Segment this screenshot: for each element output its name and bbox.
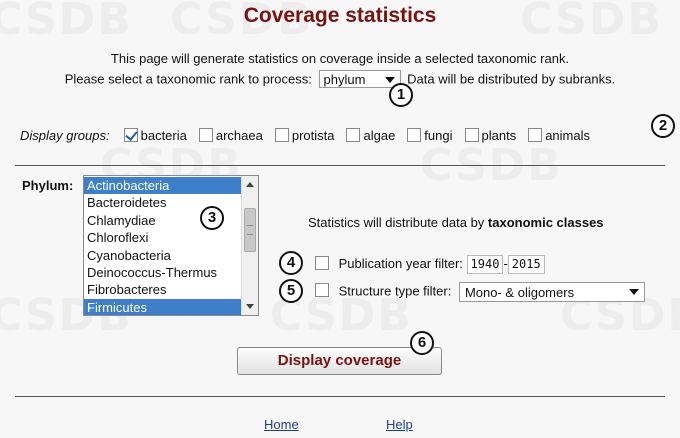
plants-checkbox[interactable] xyxy=(464,128,479,142)
archaea-label: archaea xyxy=(215,128,263,143)
structure-type-label: Structure type filter: xyxy=(338,283,452,299)
scroll-up-arrow-icon[interactable] xyxy=(246,182,254,187)
scroll-down-arrow-icon[interactable] xyxy=(246,304,254,309)
callout-badge-2: 2 xyxy=(651,114,675,138)
structure-type-value: Mono- & oligomers xyxy=(464,285,575,300)
year-to-input[interactable]: 2015 xyxy=(507,255,545,274)
callout-badge-3: 3 xyxy=(200,206,224,230)
list-item[interactable]: Firmicutes xyxy=(84,298,242,315)
divider xyxy=(15,165,665,166)
callout-badge-1: 1 xyxy=(389,83,413,107)
dropdown-arrow-icon xyxy=(384,77,395,83)
list-item[interactable]: Cyanobacteria xyxy=(84,247,242,264)
archaea-checkbox[interactable] xyxy=(198,128,213,142)
protista-checkbox[interactable] xyxy=(274,128,289,142)
scrollbar-thumb[interactable] xyxy=(244,208,256,252)
fungi-label: fungi xyxy=(424,128,453,143)
bacteria-label: bacteria xyxy=(140,128,187,143)
display-groups: Display groups: bacteria archaea protista al… xyxy=(20,128,596,143)
page-title: Coverage statistics xyxy=(243,4,437,27)
callout-badge-4: 4 xyxy=(279,251,303,275)
distribution-emphasis: taxonomic classes xyxy=(487,215,604,230)
display-coverage-button[interactable]: Display coverage xyxy=(237,347,442,375)
phylum-list: Actinobacteria Bacteroidetes Chlamydiae … xyxy=(84,177,242,315)
rank-row: Please select a taxonomic rank to proces… xyxy=(0,70,680,88)
publication-year-checkbox[interactable] xyxy=(315,255,329,270)
intro-text: This page will generate statistics on co… xyxy=(110,51,570,66)
rank-note: Data will be distributed by subranks. xyxy=(407,71,616,87)
distribution-note: Statistics will distribute data by taxon… xyxy=(308,215,604,230)
protista-label: protista xyxy=(291,128,335,143)
phylum-label: Phylum: xyxy=(22,178,74,193)
list-item[interactable]: Chloroflexi xyxy=(84,229,242,246)
animals-checkbox[interactable] xyxy=(528,128,543,142)
home-link[interactable]: Home xyxy=(264,417,299,432)
help-link[interactable]: Help xyxy=(386,417,413,432)
phylum-listbox[interactable]: Actinobacteria Bacteroidetes Chlamydiae … xyxy=(83,175,259,316)
dropdown-arrow-icon xyxy=(628,289,639,295)
list-item[interactable]: Actinobacteria xyxy=(84,177,242,195)
list-item[interactable]: Fibrobacteres xyxy=(84,281,242,298)
page-content: Coverage statistics This page will gener… xyxy=(0,0,680,438)
list-item[interactable]: Deinococcus-Thermus xyxy=(84,264,242,281)
bacteria-checkbox[interactable] xyxy=(123,128,138,142)
divider xyxy=(15,396,665,397)
structure-type-checkbox[interactable] xyxy=(315,283,329,298)
callout-badge-5: 5 xyxy=(279,279,303,303)
algae-label: algae xyxy=(363,128,396,143)
rank-select[interactable]: phylum xyxy=(318,70,401,88)
distribution-prefix: Statistics will distribute data by xyxy=(308,215,485,230)
year-from-input[interactable]: 1940 xyxy=(466,255,504,274)
plants-label: plants xyxy=(481,128,517,143)
animals-label: animals xyxy=(545,128,590,143)
fungi-checkbox[interactable] xyxy=(407,128,422,142)
structure-type-filter: Structure type filter: Mono- & oligomers xyxy=(315,282,645,302)
rank-prompt: Please select a taxonomic rank to proces… xyxy=(64,71,312,87)
rank-select-value: phylum xyxy=(323,72,366,87)
callout-badge-6: 6 xyxy=(410,331,434,355)
publication-year-filter: Publication year filter: 1940-2015 xyxy=(315,255,545,274)
publication-year-label: Publication year filter: xyxy=(338,255,463,271)
structure-type-select[interactable]: Mono- & oligomers xyxy=(458,282,645,302)
algae-checkbox[interactable] xyxy=(346,128,361,142)
listbox-scrollbar[interactable] xyxy=(241,176,258,315)
display-groups-label: Display groups: xyxy=(20,128,110,143)
